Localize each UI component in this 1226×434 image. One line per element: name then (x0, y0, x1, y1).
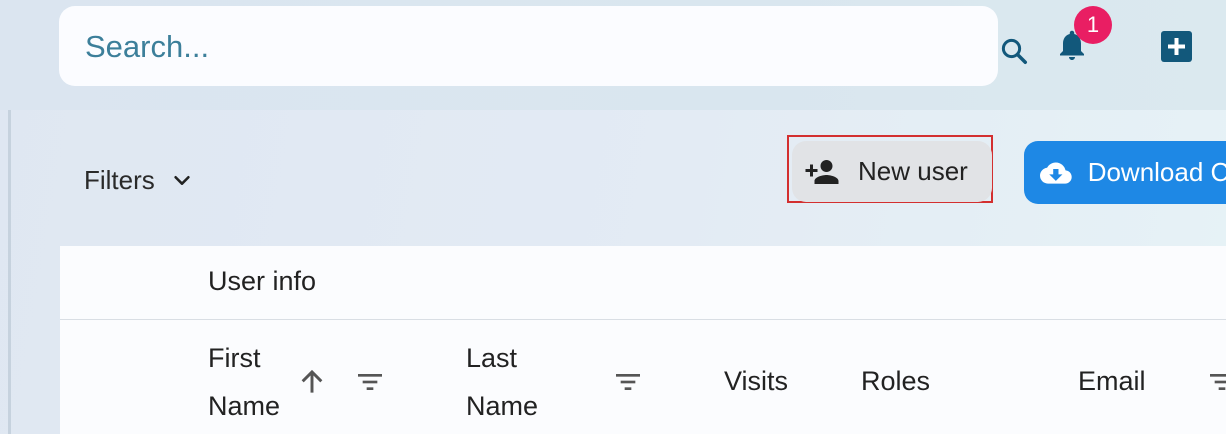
first-name-line2: Name (208, 391, 281, 421)
column-header-visits[interactable]: Visits (724, 357, 788, 405)
filter-icon[interactable] (611, 366, 645, 403)
new-user-label: New user (858, 156, 968, 186)
download-label: Download CSV (1087, 157, 1226, 187)
add-box-icon[interactable] (1161, 31, 1192, 62)
download-button[interactable]: Download CSV (1024, 141, 1226, 204)
column-header-email[interactable]: Email (1078, 357, 1146, 405)
filter-icon[interactable] (1205, 366, 1226, 403)
filters-label: Filters (84, 164, 155, 195)
top-bar: 1 (0, 0, 1226, 110)
column-group-user-info: User info (208, 266, 317, 296)
last-name-line2: Name (466, 391, 539, 421)
search-input[interactable] (83, 6, 927, 88)
notification-badge: 1 (1074, 6, 1112, 44)
column-header-last-name[interactable]: Last Name (466, 334, 538, 430)
users-table: User info First Name Last Name Visits Ro… (60, 246, 1226, 434)
search-icon[interactable] (999, 36, 1029, 71)
first-name-line1: First (208, 343, 261, 373)
filters-toggle[interactable]: Filters (84, 160, 193, 200)
search-bar (59, 6, 1027, 88)
column-header-roles[interactable]: Roles (861, 357, 930, 405)
left-divider (8, 110, 11, 434)
person-add-icon (805, 159, 839, 184)
column-group-row: User info (60, 246, 1226, 320)
new-user-button[interactable]: New user (792, 141, 992, 202)
last-name-line1: Last (466, 343, 518, 373)
arrow-up-icon[interactable] (296, 366, 328, 403)
chevron-down-icon (174, 175, 190, 185)
filter-icon[interactable] (353, 366, 387, 403)
cloud-download-icon (1040, 161, 1072, 184)
column-header-first-name[interactable]: First Name (208, 334, 280, 430)
